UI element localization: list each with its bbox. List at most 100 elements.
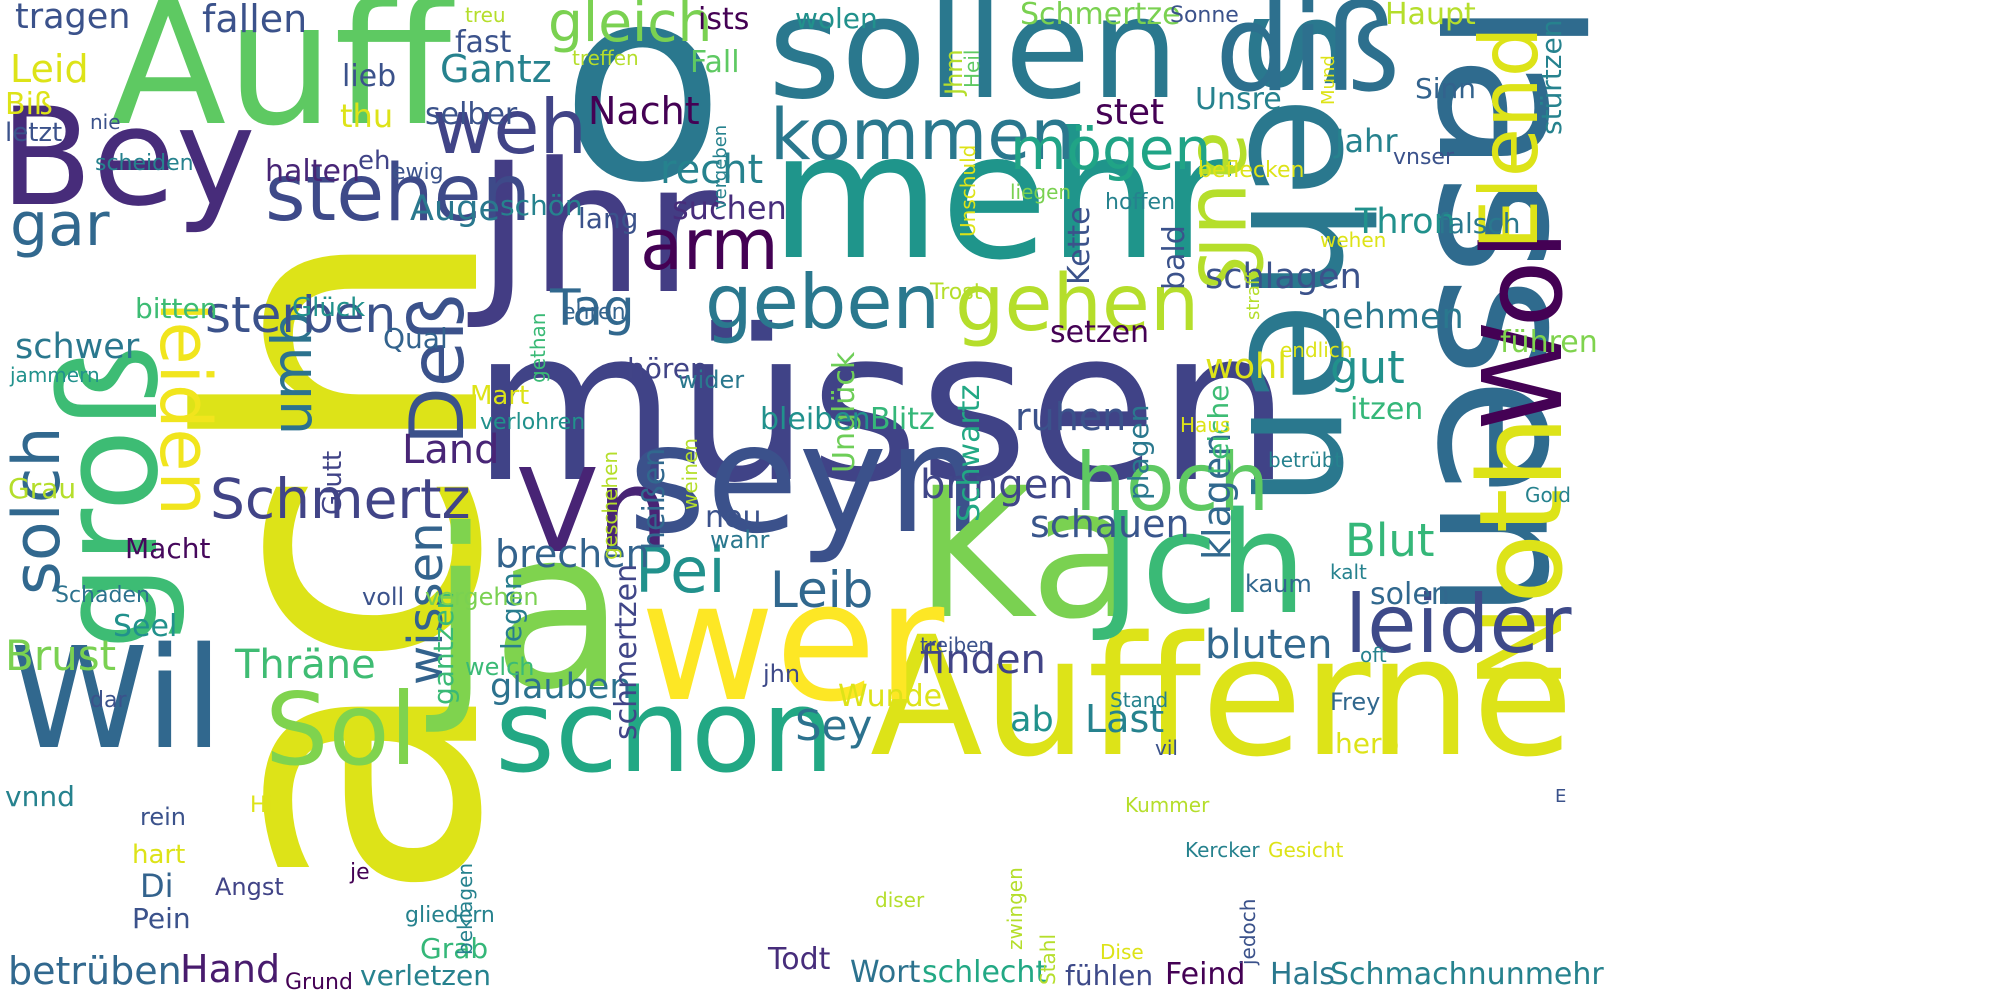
word-fall: Fall — [690, 45, 740, 80]
word-schmachnunmehr: Schmachnunmehr — [1330, 957, 1604, 992]
word-vil: vil — [1155, 736, 1178, 760]
word-schwer: schwer — [15, 327, 140, 367]
word-itzen: itzen — [1350, 392, 1424, 427]
word-sonne: Sonne — [1170, 3, 1239, 28]
word-selber: selber — [425, 97, 518, 132]
word-vnser: vnser — [1393, 145, 1455, 170]
word-vergeben: vergeben — [710, 124, 731, 210]
word-kaum: kaum — [1245, 570, 1312, 598]
word-fuhlen: fühlen — [1065, 959, 1154, 992]
word-leib: Leib — [770, 561, 874, 619]
word-letzt: letzt — [5, 118, 63, 148]
word-straff: straff — [1243, 272, 1264, 320]
word-solch: solch — [0, 426, 75, 595]
word-ists: ists — [698, 2, 750, 37]
word-lang: lang — [578, 202, 639, 235]
word-schlagen: schlagen — [1205, 257, 1362, 297]
word-hir: Hir — [250, 793, 282, 818]
word-voll: voll — [362, 583, 405, 611]
word-bluten: bluten — [1205, 622, 1333, 668]
word-vergehen: vergehen — [425, 583, 539, 611]
word-jedoch: jedoch — [1236, 898, 1260, 965]
word-gluck: Glück — [292, 293, 366, 323]
word-welch: welch — [465, 653, 535, 681]
word-brust: Brust — [5, 631, 117, 680]
word-zwingen: zwingen — [1003, 867, 1027, 950]
word-dar: dar — [90, 688, 127, 713]
word-setzen: setzen — [1050, 315, 1150, 350]
word-wehen: wehen — [1320, 228, 1387, 252]
word-land: Land — [402, 427, 500, 473]
word-je: je — [350, 860, 370, 885]
word-wunde: Wunde — [838, 679, 943, 714]
word-nie: nie — [90, 110, 121, 134]
word-sturtzen: stürtzen — [1535, 19, 1568, 135]
word-ab: ab — [1010, 700, 1054, 740]
word-jahr: Jahr — [1335, 122, 1398, 160]
word-beklagen: beklagen — [453, 862, 477, 955]
word-haus: Haus — [1180, 413, 1231, 437]
word-bringen: bringen — [920, 462, 1074, 508]
word-verlohren: verlohren — [480, 410, 586, 435]
word-vnnd: vnnd — [5, 780, 75, 813]
word-diser: diser — [875, 888, 925, 912]
word-jhn: jhn — [763, 660, 801, 688]
word-cloud: ach müssen lassen o Jhr ja mehr seyn Auf… — [0, 0, 2000, 1000]
word-unsre: Unsre — [1195, 82, 1282, 117]
word-solen: solen — [1370, 577, 1450, 612]
word-schauen: schauen — [1030, 502, 1190, 546]
word-beflecken: beflecken — [1198, 158, 1305, 183]
word-pein: Pein — [132, 902, 191, 935]
word-ehren: ehren — [562, 300, 626, 325]
word-geschehen: geschehen — [598, 450, 622, 560]
word-dise: Dise — [1100, 940, 1144, 964]
word-gethan: gethan — [526, 312, 550, 383]
word-gliedern: gliedern — [405, 903, 495, 928]
word-kummer: Kummer — [1125, 793, 1210, 817]
word-bleiben: bleiben — [760, 402, 871, 437]
word-jammern: jammern — [10, 363, 100, 387]
word-grund: Grund — [285, 970, 353, 995]
word-bald: bald — [1157, 225, 1192, 290]
word-fallen: fallen — [202, 0, 308, 41]
word-schon-small: schön — [500, 189, 583, 222]
word-bitten: bitten — [135, 292, 218, 325]
word-kalt: kalt — [1330, 560, 1367, 584]
word-dess: Deß — [393, 293, 481, 445]
word-hand: Hand — [180, 947, 281, 991]
word-biss: Biß — [5, 87, 53, 122]
word-treffen: treffen — [572, 46, 639, 70]
word-schmertzen: schmertzen — [609, 563, 644, 740]
word-angst: Angst — [215, 873, 284, 901]
word-endlich: endlich — [1280, 338, 1353, 362]
word-sol: Sol — [265, 671, 418, 788]
word-blut: Blut — [1345, 514, 1435, 567]
word-blitz: Blitz — [870, 402, 935, 437]
word-kette: Kette — [1062, 206, 1097, 285]
word-hart: hart — [132, 840, 186, 870]
word-ruhen: ruhen — [1015, 395, 1127, 439]
word-scheiden: scheiden — [95, 151, 194, 176]
word-rein: rein — [140, 803, 186, 831]
word-herb: herb — [1335, 727, 1400, 760]
word-nehmen: nehmen — [1320, 297, 1464, 337]
word-seel: Seel — [113, 609, 178, 644]
word-feind: Feind — [1165, 957, 1246, 992]
word-treu: treu — [465, 3, 506, 27]
word-mund: Mund — [1318, 55, 1339, 105]
word-plagen: plagen — [1122, 404, 1155, 500]
word-treiben: treiben — [920, 633, 992, 657]
word-heissen: heißen — [637, 447, 672, 550]
word-gesicht: Gesicht — [1268, 838, 1344, 862]
word-weinen: weinen — [678, 438, 702, 510]
word-stet: stet — [1095, 92, 1165, 133]
word-wider: wider — [678, 366, 745, 394]
word-tragen: tragen — [15, 0, 131, 37]
word-schaden: Schaden — [55, 583, 150, 608]
word-liegen: liegen — [1010, 180, 1072, 204]
word-ewig: ewig — [392, 160, 444, 185]
word-frey: Frey — [1330, 688, 1381, 716]
word-auge: Auge — [410, 189, 500, 229]
word-falsch: falsch — [1438, 207, 1521, 240]
word-thrane: Thräne — [235, 642, 376, 688]
